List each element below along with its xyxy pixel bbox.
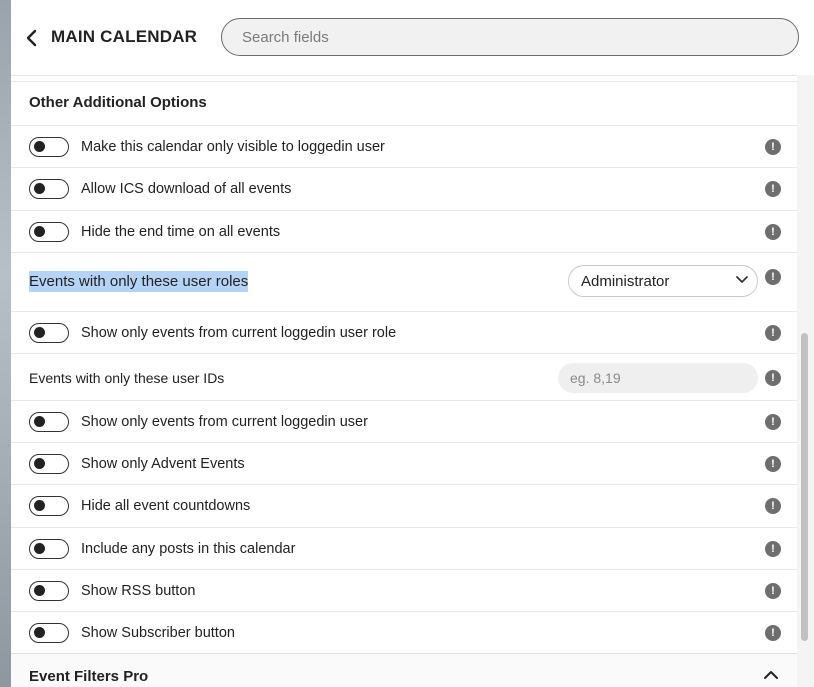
toggle-label: Show RSS button [81, 583, 196, 599]
chevron-down-icon [736, 276, 748, 283]
toggle-knob [34, 458, 45, 469]
toggle-switch[interactable] [29, 623, 69, 643]
info-icon[interactable]: ! [765, 181, 781, 197]
user-roles-row: Events with only these user roles Admini… [11, 252, 797, 311]
toggle-row: Allow ICS download of all events ! [11, 167, 797, 210]
toggle-row: Show only events from current loggedin u… [11, 311, 797, 353]
toggle-row: Make this calendar only visible to logge… [11, 125, 797, 167]
scrollbar[interactable] [797, 75, 814, 687]
toggle-label: Allow ICS download of all events [81, 181, 292, 197]
info-icon[interactable]: ! [765, 625, 781, 641]
section-title: Other Additional Options [29, 94, 207, 111]
user-roles-select[interactable]: Administrator [568, 265, 758, 297]
user-roles-select-value: Administrator [581, 273, 670, 290]
toggle-switch[interactable] [29, 454, 69, 474]
toggle-label: Show Subscriber button [81, 625, 235, 641]
toggle-label: Hide all event countdowns [81, 498, 251, 514]
user-ids-input[interactable] [558, 363, 758, 393]
chevron-left-icon [26, 29, 37, 47]
toggle-label: Show only events from current loggedin u… [81, 414, 368, 430]
page-title: MAIN CALENDAR [51, 27, 198, 46]
user-ids-row: Events with only these user IDs ! [11, 353, 797, 400]
toggle-row: Show RSS button ! [11, 569, 797, 611]
back-button[interactable] [21, 26, 43, 50]
options-content: Other Additional Options Make this calen… [11, 75, 798, 687]
toggle-label: Hide the end time on all events [81, 224, 281, 240]
info-icon[interactable]: ! [765, 370, 781, 386]
toggle-switch[interactable] [29, 179, 69, 199]
event-filters-pro-accordion[interactable]: Event Filters Pro [11, 653, 797, 687]
toggle-switch[interactable] [29, 539, 69, 559]
search-input[interactable] [221, 18, 799, 56]
toggle-switch[interactable] [29, 137, 69, 157]
info-icon[interactable]: ! [765, 269, 781, 285]
toggle-knob [34, 141, 45, 152]
toggle-switch[interactable] [29, 496, 69, 516]
info-icon[interactable]: ! [765, 414, 781, 430]
info-icon[interactable]: ! [765, 139, 781, 155]
info-icon[interactable]: ! [765, 325, 781, 341]
toggle-knob [34, 500, 45, 511]
toggle-knob [34, 627, 45, 638]
toggle-knob [34, 543, 45, 554]
divider [11, 75, 797, 82]
accordion-title: Event Filters Pro [29, 668, 149, 685]
toggle-label: Include any posts in this calendar [81, 541, 296, 557]
info-icon[interactable]: ! [765, 224, 781, 240]
toggle-knob [34, 585, 45, 596]
toggle-switch[interactable] [29, 581, 69, 601]
info-icon[interactable]: ! [765, 456, 781, 472]
toggle-row: Show only events from current loggedin u… [11, 400, 797, 442]
toggle-row: Show Subscriber button ! [11, 611, 797, 653]
toggle-label: Make this calendar only visible to logge… [81, 139, 385, 155]
settings-panel: MAIN CALENDAR Other Additional Options M… [11, 0, 814, 687]
chevron-up-icon[interactable] [763, 670, 779, 680]
toggle-knob [34, 416, 45, 427]
toggle-row: Include any posts in this calendar ! [11, 527, 797, 569]
user-roles-label: Events with only these user roles [29, 271, 249, 292]
info-icon[interactable]: ! [765, 583, 781, 599]
toggle-label: Show only events from current loggedin u… [81, 325, 397, 341]
toggle-knob [34, 226, 45, 237]
panel-header: MAIN CALENDAR [11, 0, 814, 76]
scrollbar-thumb[interactable] [801, 333, 808, 641]
user-ids-label: Events with only these user IDs [29, 370, 225, 386]
toggle-row: Show only Advent Events ! [11, 442, 797, 484]
toggle-switch[interactable] [29, 412, 69, 432]
toggle-row: Hide all event countdowns ! [11, 484, 797, 527]
toggle-switch[interactable] [29, 323, 69, 343]
toggle-knob [34, 327, 45, 338]
background-window-edge [0, 0, 11, 687]
info-icon[interactable]: ! [765, 541, 781, 557]
toggle-label: Show only Advent Events [81, 456, 245, 472]
info-icon[interactable]: ! [765, 498, 781, 514]
toggle-switch[interactable] [29, 222, 69, 242]
toggle-knob [34, 183, 45, 194]
toggle-row: Hide the end time on all events ! [11, 210, 797, 252]
